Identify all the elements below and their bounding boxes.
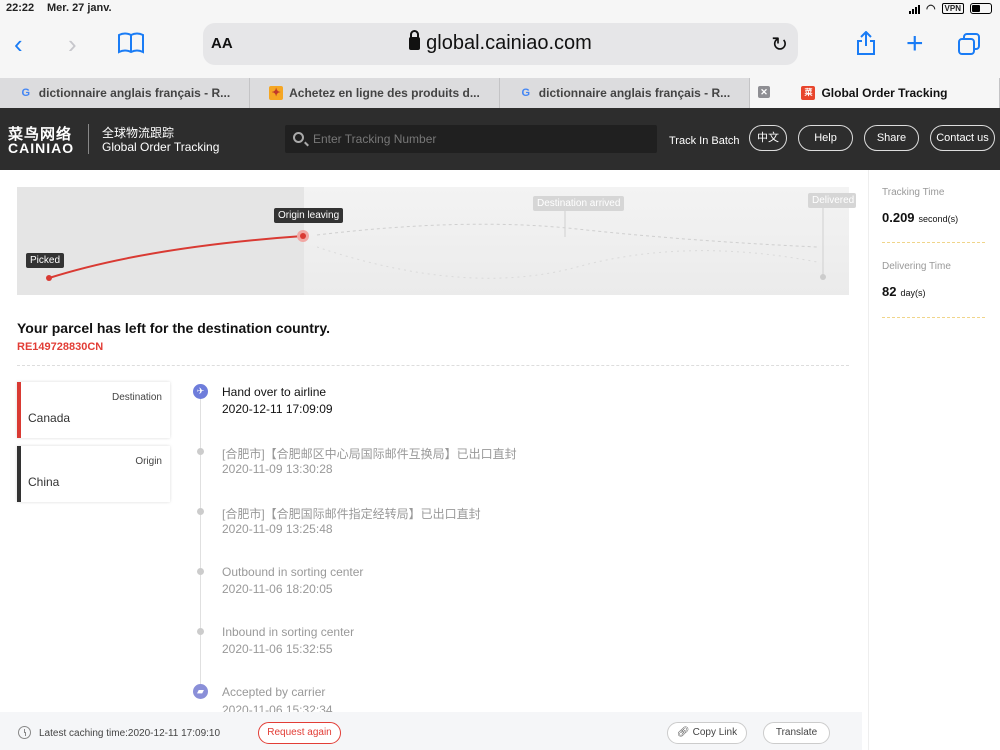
- lock-icon: [409, 30, 421, 50]
- destination-country: Canada: [28, 411, 71, 425]
- progress-map: Picked Origin leaving Destination arrive…: [17, 187, 856, 295]
- close-tab-icon[interactable]: ✕: [758, 86, 770, 98]
- destination-card: Destination Canada: [17, 382, 170, 438]
- tab-label: dictionnaire anglais français - R...: [538, 86, 731, 100]
- google-icon: G: [521, 87, 531, 99]
- clock-icon: [18, 726, 31, 739]
- delivering-time-value: 82 day(s): [882, 284, 926, 299]
- event-time: 2020-11-06 18:20:05: [222, 582, 333, 596]
- parcel-headline: Your parcel has left for the destination…: [17, 320, 330, 336]
- tab-global-order-tracking[interactable]: ✕ 菜 Global Order Tracking: [750, 78, 1000, 108]
- origin-card: Origin China: [17, 446, 170, 502]
- url-value: global.cainiao.com: [426, 32, 592, 54]
- status-date: Mer. 27 janv.: [47, 2, 112, 14]
- cainiao-icon: 菜: [801, 86, 816, 100]
- picked-point: [46, 275, 52, 281]
- new-tab-icon[interactable]: +: [906, 29, 924, 59]
- chinese-language-button[interactable]: 中文: [749, 125, 787, 151]
- forward-icon[interactable]: ›: [68, 31, 77, 57]
- latest-caching-time: Latest caching time:2020-12-11 17:09:10: [39, 728, 221, 739]
- stage-destination-arrived: Destination arrived: [533, 196, 625, 211]
- origin-label: Origin: [135, 456, 162, 467]
- stage-delivered: Delivered: [808, 193, 856, 208]
- event-time: 2020-11-09 13:25:48: [222, 522, 333, 536]
- stats-divider: [882, 242, 985, 243]
- help-button[interactable]: Help: [798, 125, 853, 151]
- copy-link-button[interactable]: 🔗︎ Copy Link: [667, 722, 747, 744]
- vpn-badge: VPN: [941, 3, 964, 14]
- shop-icon: ✦: [269, 86, 284, 100]
- event-time: 2020-12-11 17:09:09: [222, 402, 333, 416]
- site-header: 菜鸟网络 CAINIAO 全球物流跟踪 Global Order Trackin…: [0, 108, 1000, 170]
- tracking-time-label: Tracking Time: [882, 187, 945, 198]
- timeline-dot: [197, 508, 204, 515]
- tab-shop[interactable]: ✦ Achetez en ligne des produits d...: [250, 78, 500, 108]
- event-time: 2020-11-09 13:30:28: [222, 462, 333, 476]
- url-text: global.cainiao.com: [203, 30, 798, 55]
- tracking-time-value: 0.209 second(s): [882, 210, 959, 225]
- stats-divider: [882, 317, 985, 318]
- tab-dictionary-2[interactable]: G dictionnaire anglais français - R...: [500, 78, 750, 108]
- reload-icon[interactable]: ↻: [771, 32, 788, 57]
- timeline-dot: [197, 448, 204, 455]
- wifi-icon: ◠: [925, 3, 936, 15]
- translate-button[interactable]: Translate: [763, 722, 830, 744]
- tracking-number: RE149728830CN: [17, 341, 104, 353]
- origin-leaving-point: [300, 233, 306, 239]
- tab-strip: G dictionnaire anglais français - R... ✦…: [0, 78, 1000, 108]
- event-title: [合肥市]【合肥邮区中心局国际邮件互换局】已出口直封: [222, 447, 517, 461]
- event-title: [合肥市]【合肥国际邮件指定经转局】已出口直封: [222, 507, 481, 521]
- timeline-dot: [197, 568, 204, 575]
- request-again-button[interactable]: Request again: [258, 722, 341, 744]
- main-content: Picked Origin leaving Destination arrive…: [0, 170, 868, 750]
- logo-english[interactable]: CAINIAO: [8, 140, 74, 156]
- event-title: Inbound in sorting center: [222, 625, 355, 639]
- tab-label: Achetez en ligne des produits d...: [289, 86, 480, 100]
- airplane-icon: ✈: [193, 384, 208, 399]
- delivered-point: [820, 274, 826, 280]
- bookmarks-icon[interactable]: [118, 32, 144, 58]
- timeline-line: [200, 390, 201, 690]
- stage-origin-leaving: Origin leaving: [274, 208, 344, 223]
- site-subtitle-chinese: 全球物流跟踪: [102, 126, 175, 140]
- divider: [17, 365, 849, 366]
- share-button[interactable]: Share: [864, 125, 919, 151]
- stats-panel: Tracking Time 0.209 second(s) Delivering …: [868, 170, 1000, 750]
- event-title: Accepted by carrier: [222, 685, 326, 699]
- google-icon: G: [21, 87, 31, 99]
- link-icon: 🔗︎: [676, 727, 690, 738]
- tracking-search: [285, 125, 657, 153]
- tab-dictionary-1[interactable]: G dictionnaire anglais français - R...: [0, 78, 250, 108]
- truck-icon: ▰: [193, 684, 208, 699]
- signal-icon: [908, 4, 920, 14]
- back-icon[interactable]: ‹: [14, 31, 23, 57]
- status-icons: ◠ VPN: [908, 2, 992, 15]
- site-subtitle-english: Global Order Tracking: [102, 140, 220, 154]
- destination-label: Destination: [111, 392, 162, 403]
- event-title: Hand over to airline: [222, 385, 327, 399]
- search-icon[interactable]: [293, 132, 304, 143]
- address-bar[interactable]: AA global.cainiao.com ↻: [203, 23, 798, 65]
- event-title: Outbound in sorting center: [222, 565, 364, 579]
- track-in-batch-link[interactable]: Track In Batch: [669, 135, 740, 147]
- event-time: 2020-11-06 15:32:55: [222, 642, 333, 656]
- share-icon[interactable]: [856, 30, 876, 59]
- tab-label: Global Order Tracking: [821, 86, 948, 100]
- browser-toolbar: ‹ › AA global.cainiao.com ↻ +: [0, 18, 1000, 78]
- contact-us-button[interactable]: Contact us: [930, 125, 995, 151]
- stage-picked: Picked: [26, 253, 65, 268]
- origin-country: China: [28, 475, 60, 489]
- logo-divider: [88, 124, 89, 154]
- status-bar: 22:22 Mer. 27 janv. ◠ VPN: [0, 0, 1000, 18]
- progress-route: [46, 207, 826, 281]
- tab-label: dictionnaire anglais français - R...: [38, 86, 231, 100]
- timeline-dot: [197, 628, 204, 635]
- tracking-number-input[interactable]: [313, 129, 643, 149]
- status-time: 22:22: [6, 2, 35, 14]
- battery-icon: [970, 3, 992, 14]
- tabs-overview-icon[interactable]: [958, 33, 980, 59]
- delivering-time-label: Delivering Time: [882, 261, 951, 272]
- footer-bar: Latest caching time:2020-12-11 17:09:10 …: [0, 712, 862, 750]
